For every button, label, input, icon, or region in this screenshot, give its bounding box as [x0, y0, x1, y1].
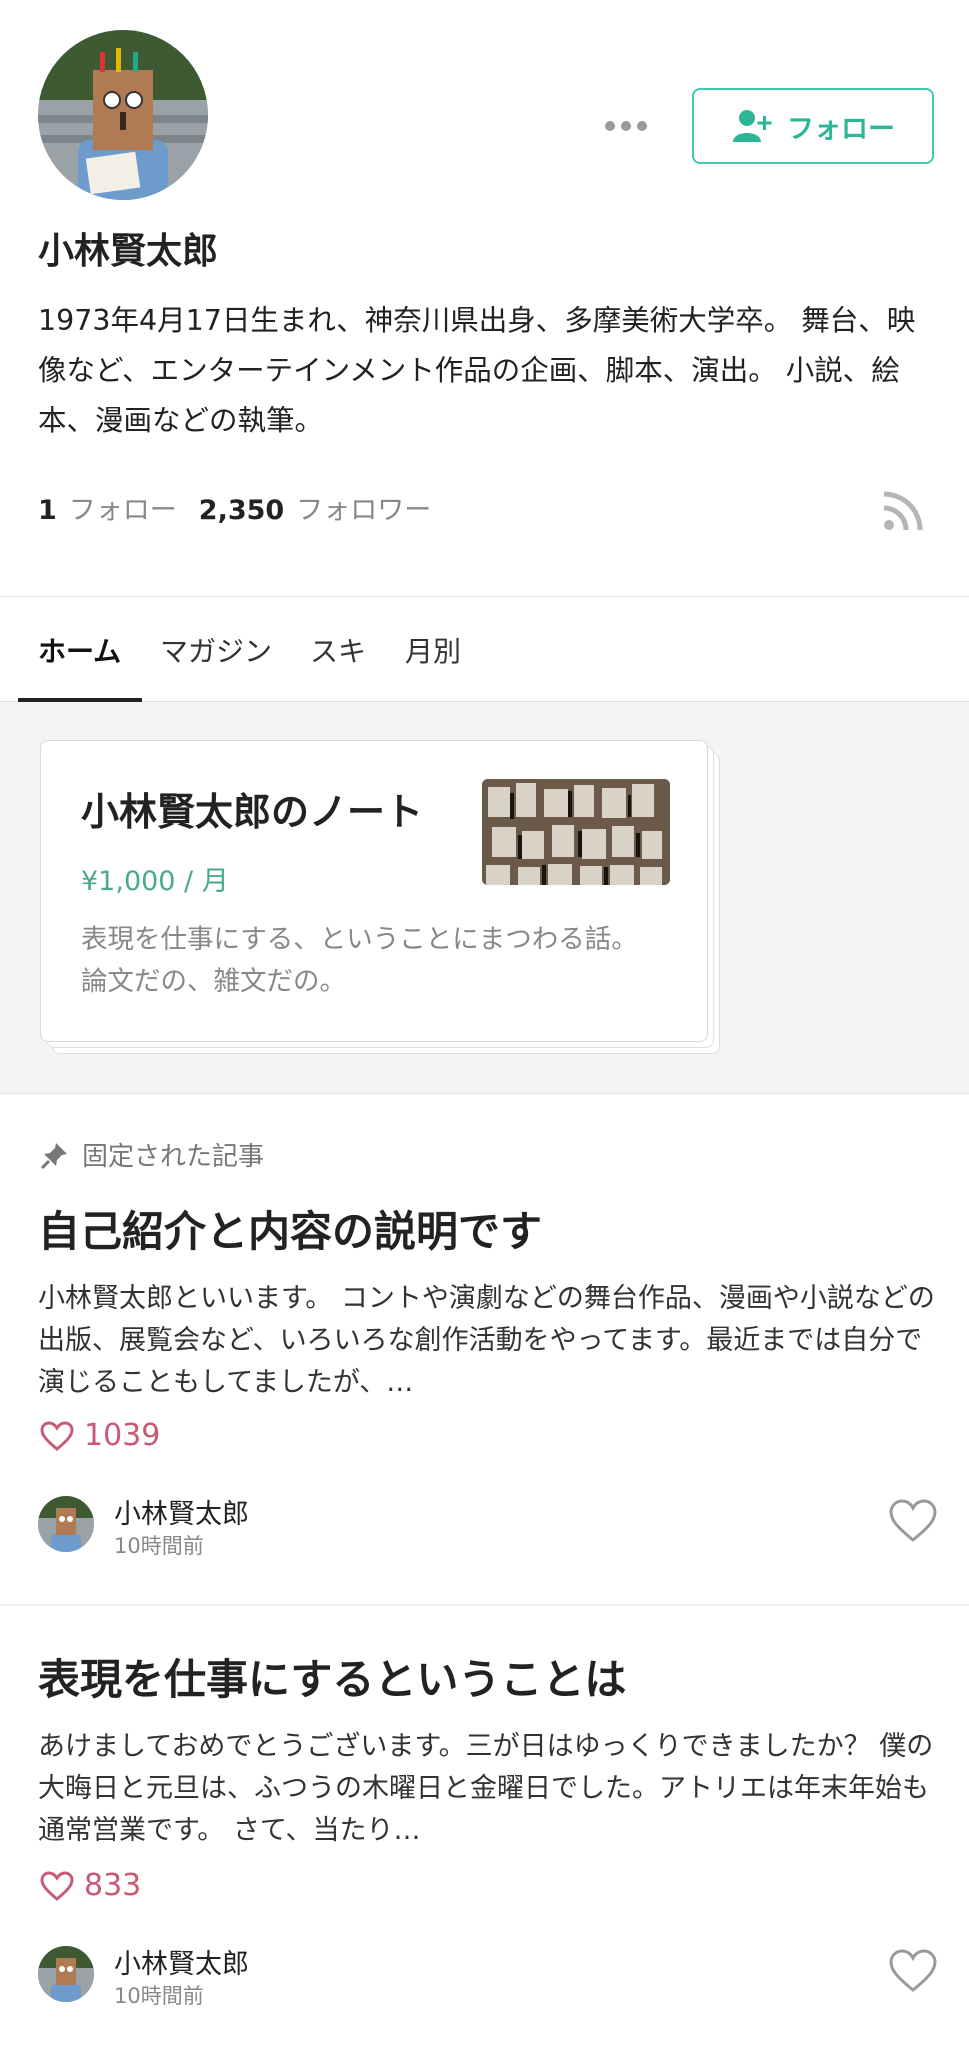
- author-avatar[interactable]: [38, 1496, 94, 1552]
- article-title[interactable]: 表現を仕事にするということは: [38, 1646, 626, 1707]
- author-row: 小林賢太郎 10時間前: [38, 1496, 938, 1558]
- author-name[interactable]: 小林賢太郎: [114, 1942, 249, 1981]
- magazine-title: 小林賢太郎のノート: [81, 790, 424, 834]
- post-time: 10時間前: [114, 1534, 204, 1558]
- magazine-price: ¥1,000 / 月: [81, 866, 229, 897]
- like-count: 1039: [40, 1418, 160, 1453]
- like-button-heart-icon[interactable]: [888, 1498, 938, 1544]
- author-name[interactable]: 小林賢太郎: [114, 1492, 249, 1531]
- followers-label[interactable]: フォロワー: [296, 488, 431, 527]
- follow-button[interactable]: フォロー: [692, 88, 934, 164]
- profile-header: フォロー 小林賢太郎 1973年4月17日生まれ、神奈川県出身、多摩美術大学卒。…: [0, 0, 969, 596]
- tab-monthly[interactable]: 月別: [405, 597, 461, 702]
- profile-bio: 1973年4月17日生まれ、神奈川県出身、多摩美術大学卒。 舞台、映像など、エン…: [38, 304, 916, 437]
- tab-likes[interactable]: スキ: [310, 597, 366, 702]
- tab-home[interactable]: ホーム: [38, 597, 121, 702]
- dot-icon: [637, 121, 647, 131]
- dot-icon: [605, 121, 615, 131]
- like-count: 833: [40, 1868, 141, 1903]
- following-label[interactable]: フォロー: [69, 488, 177, 527]
- tab-magazine[interactable]: マガジン: [160, 597, 272, 702]
- article-card[interactable]: 固定された記事 自己紹介と内容の説明です 小林賢太郎といいます。 コントや演劇な…: [0, 1094, 969, 1604]
- profile-avatar[interactable]: [38, 30, 208, 200]
- pinned-label-text: 固定された記事: [82, 1142, 265, 1172]
- dot-icon: [621, 121, 631, 131]
- rss-icon[interactable]: [882, 490, 924, 532]
- add-user-icon: [733, 110, 772, 142]
- article-excerpt: 小林賢太郎といいます。 コントや演劇などの舞台作品、漫画や小説などの出版、展覧会…: [38, 1283, 935, 1398]
- post-time: 10時間前: [114, 1984, 204, 2008]
- magazine-section: 小林賢太郎のノート ¥1,000 / 月 表現を仕事にする、ということにまつわる…: [0, 702, 969, 1094]
- like-count-value: 833: [84, 1868, 142, 1903]
- heart-icon: [40, 1420, 74, 1451]
- heart-icon: [40, 1870, 74, 1901]
- author-row: 小林賢太郎 10時間前: [38, 1946, 938, 2008]
- follow-stats: 1 フォロー 2,350 フォロワー: [38, 488, 431, 527]
- profile-tabs: ホーム マガジン スキ 月別: [0, 596, 969, 703]
- magazine-card[interactable]: 小林賢太郎のノート ¥1,000 / 月 表現を仕事にする、ということにまつわる…: [40, 740, 708, 1042]
- like-count-value: 1039: [84, 1418, 161, 1453]
- magazine-thumbnail: [482, 779, 670, 885]
- like-button-heart-icon[interactable]: [888, 1948, 938, 1994]
- profile-name: 小林賢太郎: [38, 231, 219, 272]
- following-count[interactable]: 1: [38, 495, 57, 526]
- pin-icon: [40, 1142, 67, 1169]
- follow-button-label: フォロー: [787, 113, 895, 145]
- article-card[interactable]: 表現を仕事にするということは あけましておめでとうございます。三が日はゆっくりで…: [0, 1606, 969, 2048]
- followers-count[interactable]: 2,350: [199, 495, 284, 526]
- pinned-label: 固定された記事: [40, 1136, 264, 1173]
- article-excerpt: あけましておめでとうございます。三が日はゆっくりできましたか？ 僕の大晦日と元旦…: [38, 1731, 934, 1846]
- author-avatar[interactable]: [38, 1946, 94, 2002]
- more-options-button[interactable]: [598, 104, 654, 148]
- article-title[interactable]: 自己紹介と内容の説明です: [38, 1198, 542, 1259]
- magazine-description: 表現を仕事にする、ということにまつわる話。 論文だの、雑文だの。: [81, 924, 638, 997]
